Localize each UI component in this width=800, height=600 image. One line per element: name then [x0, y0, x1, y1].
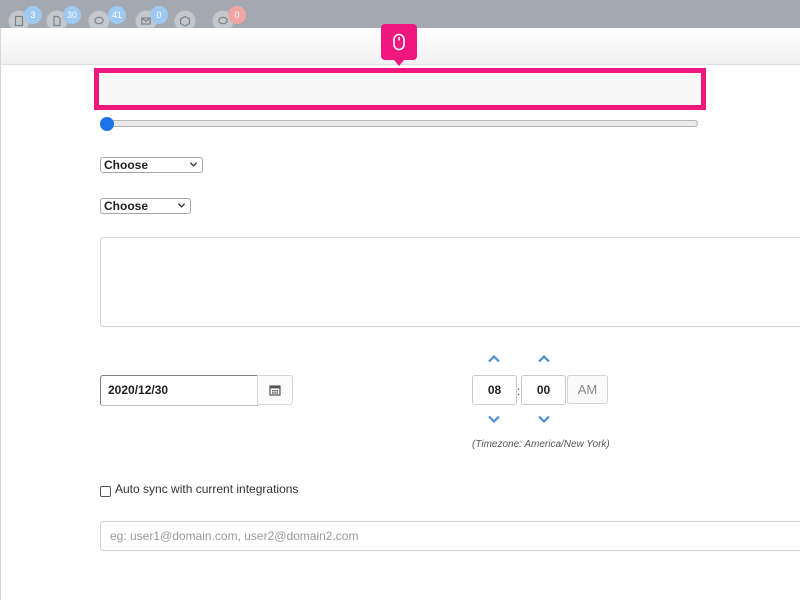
auto-sync-checkbox[interactable]	[100, 486, 111, 497]
notification-badge: 0	[150, 6, 168, 24]
slider-thumb[interactable]	[100, 117, 114, 131]
hour-increment-button[interactable]	[487, 354, 501, 364]
minute-input[interactable]: 00	[521, 375, 566, 405]
textarea[interactable]	[100, 237, 800, 327]
auto-sync-label: Auto sync with current integrations	[115, 482, 299, 496]
hour-input[interactable]: 08	[472, 375, 517, 405]
chevron-down-icon	[488, 415, 500, 424]
am-pm-toggle[interactable]: AM	[567, 375, 608, 404]
notification-badge: 0	[228, 6, 246, 24]
hour-decrement-button[interactable]	[487, 414, 501, 424]
select-value: Choose	[104, 199, 149, 213]
mouse-marker	[381, 24, 417, 66]
chevron-down-icon	[189, 162, 198, 167]
time-separator: :	[517, 384, 521, 398]
minute-decrement-button[interactable]	[537, 414, 551, 424]
range-slider[interactable]	[104, 120, 698, 127]
chevron-down-icon	[538, 415, 550, 424]
chevron-up-icon	[538, 354, 550, 363]
minute-increment-button[interactable]	[537, 354, 551, 364]
emails-input[interactable]	[101, 522, 800, 550]
select-dropdown-2[interactable]: Choose	[100, 198, 191, 214]
chevron-up-icon	[488, 354, 500, 363]
select-value: Choose	[104, 158, 149, 172]
highlighted-text-input[interactable]	[94, 68, 706, 110]
mouse-icon	[393, 33, 405, 51]
calendar-icon	[269, 385, 281, 396]
content-border	[0, 28, 1, 600]
chevron-down-icon	[177, 203, 186, 208]
calendar-button[interactable]	[257, 375, 293, 405]
text-input[interactable]	[99, 73, 701, 105]
timezone-note: (Timezone: America/New York)	[472, 439, 610, 450]
notification-badge: 3	[24, 6, 42, 24]
date-input[interactable]: 2020/12/30	[100, 375, 258, 406]
select-dropdown-1[interactable]: Choose	[100, 157, 203, 173]
notification-badge: 41	[108, 6, 126, 24]
emails-field[interactable]	[100, 521, 800, 551]
notification-badge: 30	[63, 6, 81, 24]
